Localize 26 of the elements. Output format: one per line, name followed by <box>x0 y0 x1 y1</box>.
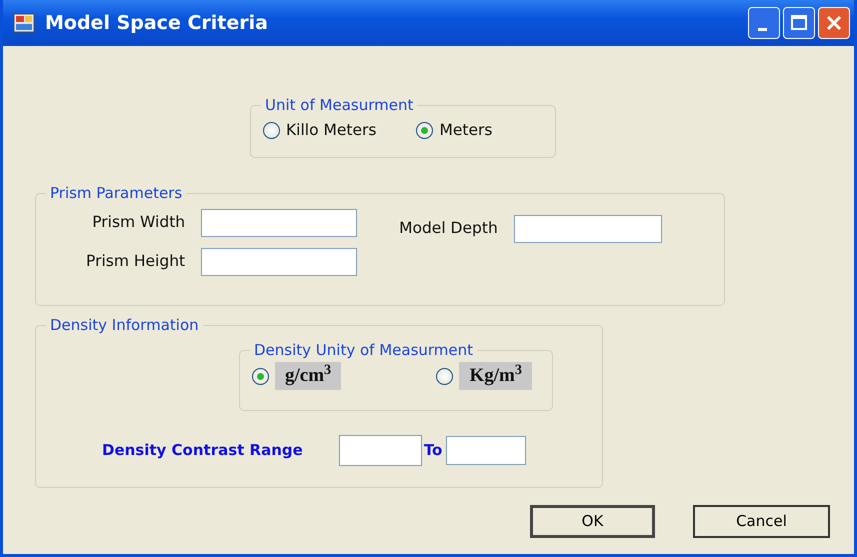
cancel-button[interactable]: Cancel <box>693 505 830 538</box>
group-title: Density Unity of Measurment <box>253 343 474 358</box>
field-label: Density Contrast Range <box>102 440 303 462</box>
window-title: Model Space Criteria <box>45 10 268 36</box>
group-title: Density Information <box>49 318 200 333</box>
maximize-button[interactable] <box>783 7 815 39</box>
model-depth-field[interactable] <box>514 215 662 243</box>
field-label: To <box>424 440 442 462</box>
ok-button[interactable]: OK <box>530 505 655 538</box>
prism-width-field[interactable] <box>201 209 358 237</box>
field-label: Prism Width <box>91 212 186 234</box>
range-to-field[interactable] <box>446 436 526 465</box>
field-label: Model Depth <box>399 218 498 240</box>
close-icon <box>826 15 842 31</box>
minimize-icon <box>758 28 766 30</box>
group-title: Prism Parameters <box>49 186 184 201</box>
radio-button[interactable]: Killo Meters <box>263 119 376 142</box>
minimize-button[interactable] <box>748 7 780 39</box>
app-icon <box>13 13 35 33</box>
radio-button[interactable]: Meters <box>416 119 492 142</box>
field-label: Prism Height <box>86 251 186 272</box>
group-title: Unit of Measurment <box>264 98 414 113</box>
close-button[interactable] <box>818 7 850 39</box>
range-from-field[interactable] <box>338 435 422 466</box>
prism-height-field[interactable] <box>201 248 358 276</box>
maximize-icon <box>790 14 808 32</box>
